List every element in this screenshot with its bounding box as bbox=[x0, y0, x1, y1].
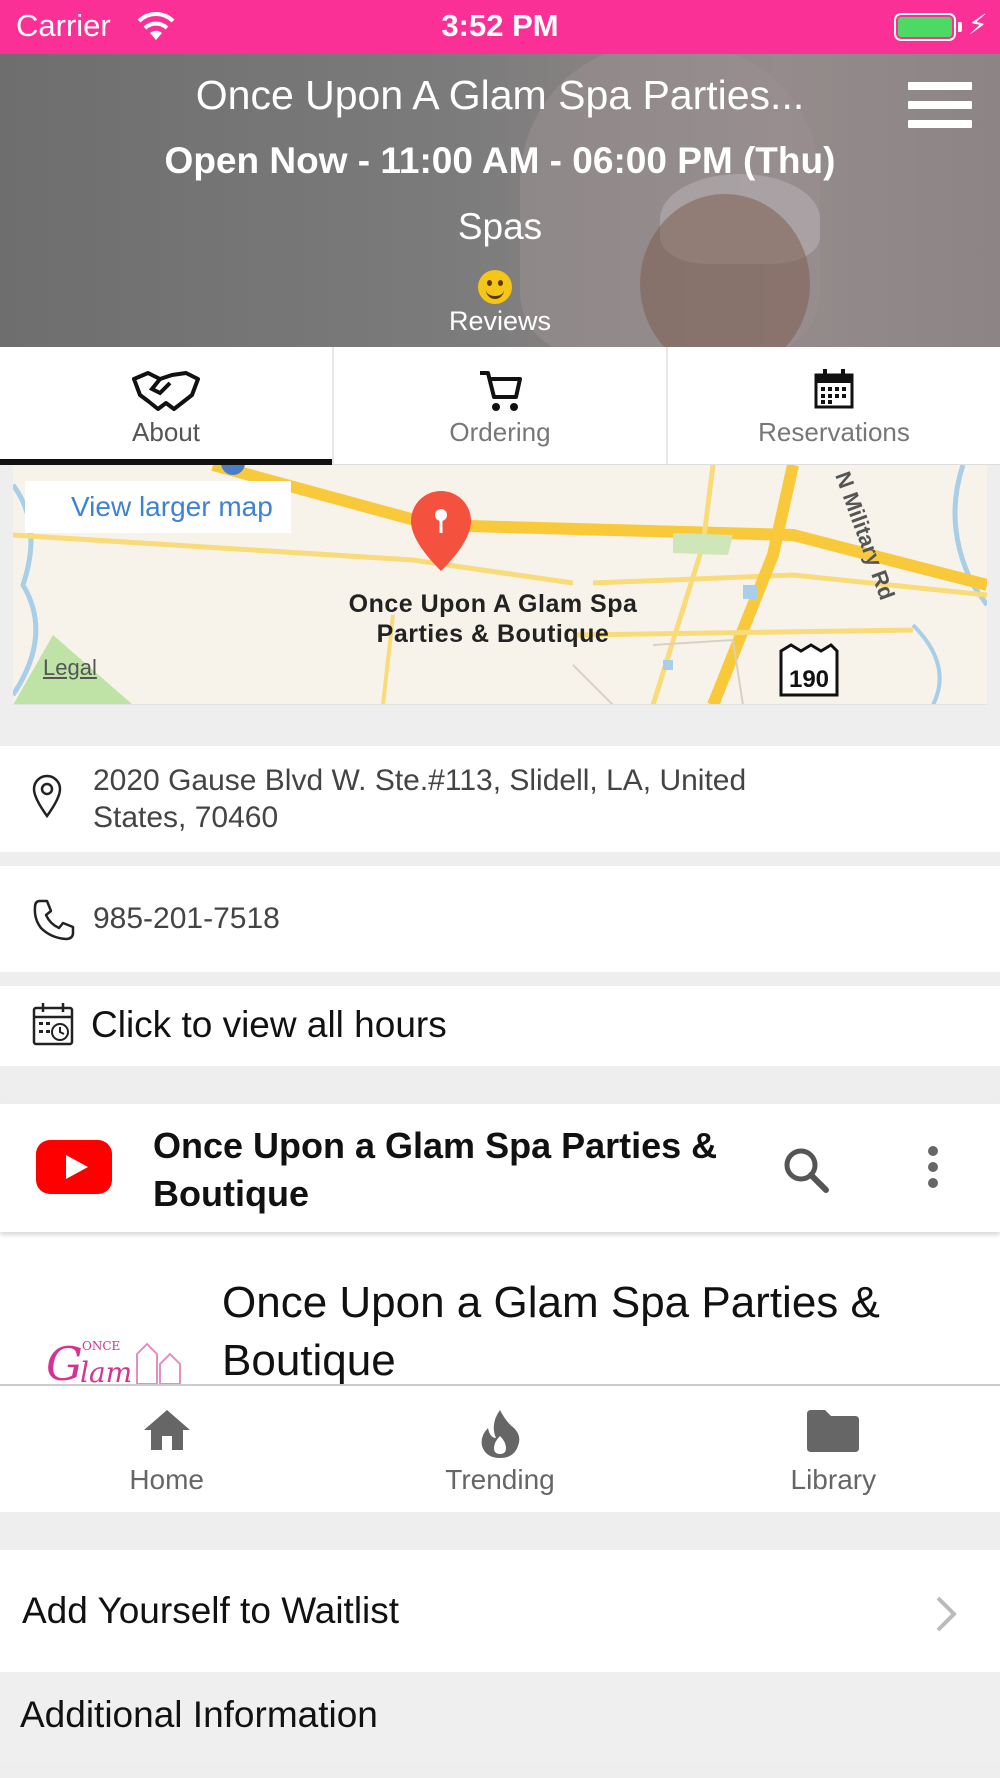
additional-info-section: Additional Information bbox=[0, 1672, 1000, 1762]
calendar-icon bbox=[668, 369, 1000, 413]
phone-row[interactable]: 985-201-7518 bbox=[0, 866, 1000, 972]
clock: 3:52 PM bbox=[441, 8, 559, 43]
additional-info-heading: Additional Information bbox=[20, 1694, 378, 1735]
search-icon[interactable] bbox=[782, 1146, 830, 1199]
hours-row[interactable]: Click to view all hours bbox=[0, 986, 1000, 1066]
tab-about-label: About bbox=[132, 417, 200, 447]
highway-number: 190 bbox=[789, 666, 829, 693]
home-icon bbox=[0, 1408, 333, 1452]
location-map[interactable]: 190 N Military Rd View larger map Once U… bbox=[13, 465, 987, 705]
phone-number: 985-201-7518 bbox=[93, 902, 280, 935]
tab-ordering-label: Ordering bbox=[449, 417, 551, 447]
nav-trending-label: Trending bbox=[445, 1464, 555, 1495]
nav-library[interactable]: Library bbox=[667, 1386, 1000, 1512]
tab-ordering[interactable]: Ordering bbox=[334, 347, 668, 464]
business-title: Once Upon A Glam Spa Parties... bbox=[195, 72, 805, 118]
map-place-label: Once Upon A Glam Spa Parties & Boutique bbox=[263, 589, 723, 649]
open-hours: Open Now - 11:00 AM - 06:00 PM (Thu) bbox=[164, 140, 836, 181]
map-legal-link[interactable]: Legal bbox=[43, 655, 97, 681]
youtube-channel-header[interactable]: Once Upon a Glam Spa Parties & Boutique bbox=[153, 1122, 753, 1218]
folder-icon bbox=[667, 1408, 1000, 1452]
view-all-hours-link: Click to view all hours bbox=[91, 1004, 447, 1045]
tab-reservations[interactable]: Reservations bbox=[668, 347, 1000, 464]
nav-library-label: Library bbox=[790, 1464, 877, 1495]
battery-icon bbox=[894, 13, 956, 41]
svg-text:ONCE: ONCE bbox=[82, 1339, 120, 1353]
nav-home[interactable]: Home bbox=[0, 1386, 333, 1512]
tab-about[interactable]: About bbox=[0, 347, 334, 465]
map-place-line2: Parties & Boutique bbox=[376, 620, 610, 648]
business-category: Spas bbox=[457, 206, 543, 247]
phone-icon bbox=[32, 898, 76, 947]
section-tabs: About Ordering Reservations bbox=[0, 347, 1000, 465]
address-text: 2020 Gause Blvd W. Ste.#113, Slidell, LA… bbox=[93, 764, 747, 834]
cart-icon bbox=[334, 369, 666, 413]
app-screen: Carrier 3:52 PM ⚡ Once Upon A Glam Spa P… bbox=[0, 0, 1000, 1778]
youtube-embed-header: Once Upon a Glam Spa Parties & Boutique bbox=[0, 1104, 1000, 1232]
svg-text:G: G bbox=[46, 1337, 83, 1384]
waitlist-row[interactable]: Add Yourself to Waitlist bbox=[0, 1550, 1000, 1672]
smiley-icon[interactable] bbox=[478, 270, 512, 304]
charging-icon: ⚡ bbox=[968, 9, 988, 40]
youtube-logo-icon[interactable] bbox=[36, 1140, 112, 1194]
calendar-clock-icon bbox=[32, 1002, 76, 1053]
highway-shield-icon: 190 bbox=[779, 643, 839, 697]
channel-logo-image: Glam ONCE bbox=[42, 1324, 192, 1384]
handshake-icon bbox=[0, 369, 332, 413]
chevron-right-icon bbox=[934, 1594, 960, 1639]
location-pin-icon bbox=[32, 774, 62, 823]
hamburger-menu-icon[interactable] bbox=[908, 82, 972, 128]
map-place-line1: Once Upon A Glam Spa bbox=[348, 590, 638, 618]
tab-reservations-label: Reservations bbox=[758, 417, 910, 447]
status-bar: Carrier 3:52 PM ⚡ bbox=[0, 0, 1000, 54]
reviews-link[interactable]: Reviews bbox=[0, 306, 1000, 337]
waitlist-label: Add Yourself to Waitlist bbox=[22, 1590, 400, 1631]
youtube-channel-card[interactable]: Glam ONCE Once Upon a Glam Spa Parties & … bbox=[0, 1232, 1000, 1384]
nav-home-label: Home bbox=[129, 1464, 205, 1495]
business-header: Once Upon A Glam Spa Parties... Open Now… bbox=[0, 54, 1000, 347]
battery-tip bbox=[958, 22, 962, 32]
flame-icon bbox=[333, 1408, 666, 1460]
view-larger-map-link[interactable]: View larger map bbox=[25, 481, 291, 533]
channel-title: Once Upon a Glam Spa Parties & Boutique bbox=[222, 1278, 880, 1384]
address-row[interactable]: 2020 Gause Blvd W. Ste.#113, Slidell, LA… bbox=[0, 746, 1000, 852]
more-options-icon[interactable] bbox=[928, 1146, 938, 1194]
youtube-bottom-nav: Home Trending Library bbox=[0, 1384, 1000, 1512]
nav-trending[interactable]: Trending bbox=[333, 1386, 666, 1512]
svg-text:lam: lam bbox=[80, 1356, 132, 1384]
